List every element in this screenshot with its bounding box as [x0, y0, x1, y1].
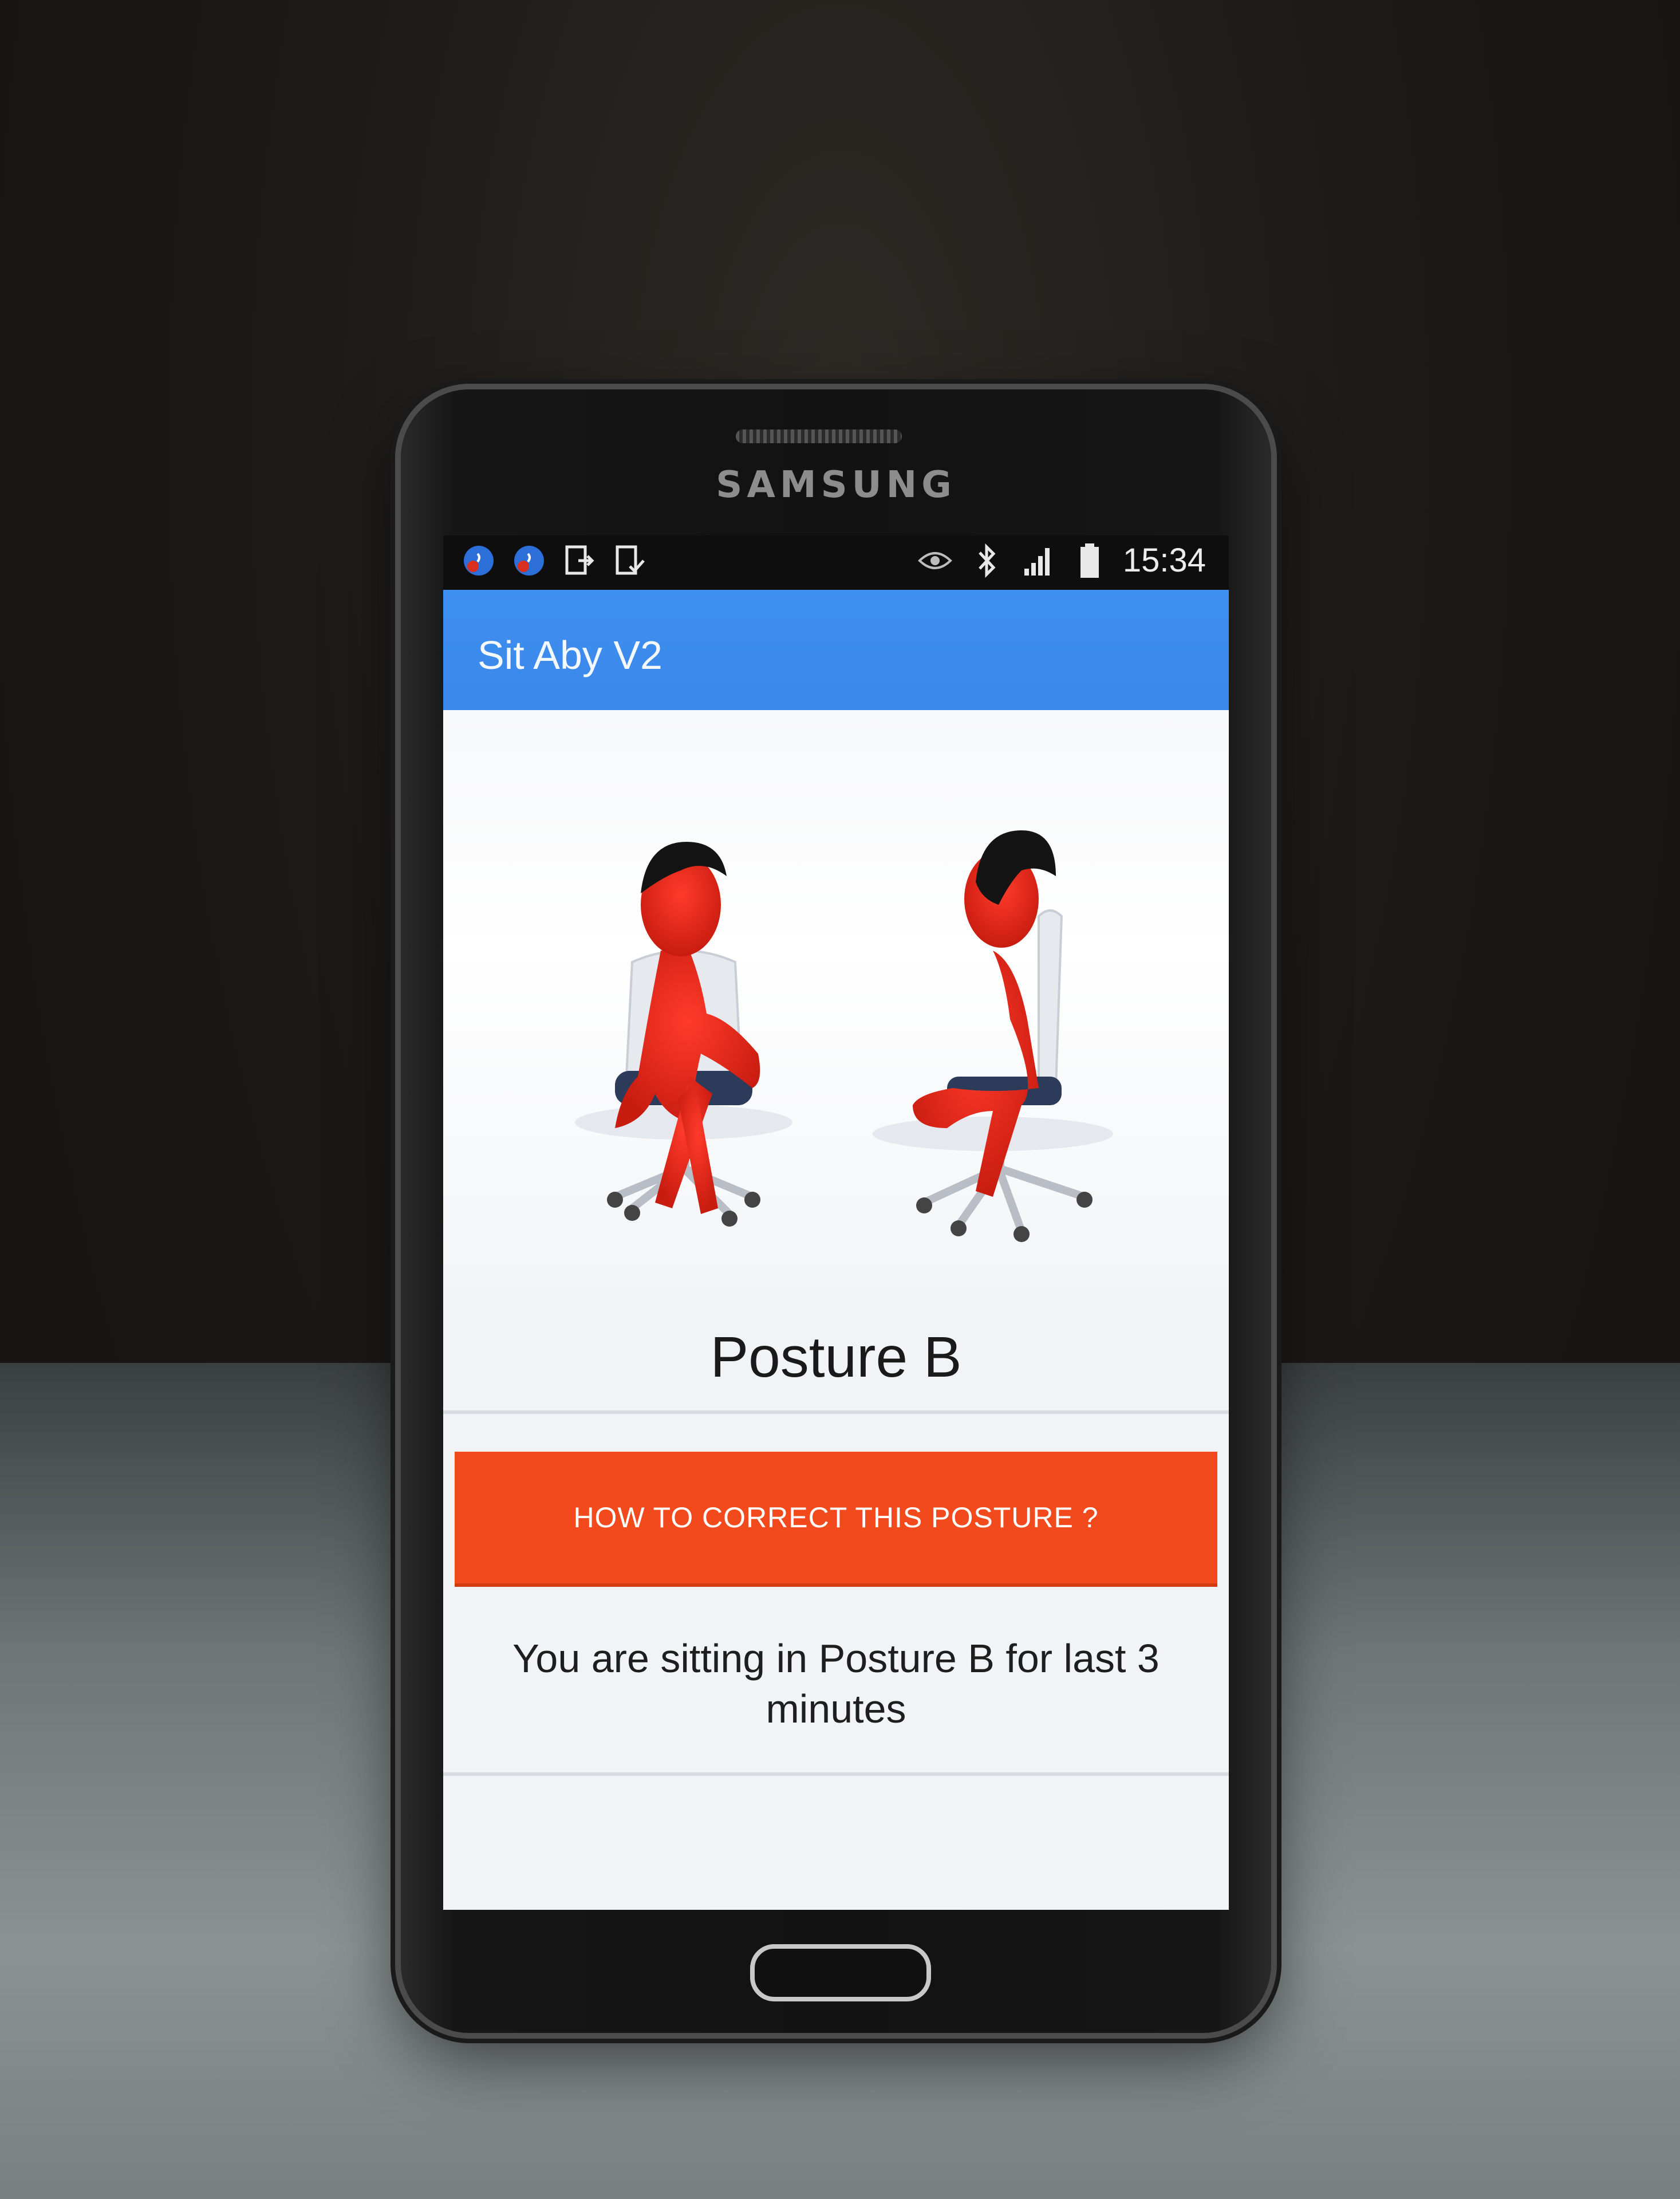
brand-logo: SAMSUNG — [716, 464, 956, 506]
eye-icon — [917, 542, 953, 579]
correct-posture-button[interactable]: HOW TO CORRECT THIS POSTURE ? — [455, 1452, 1217, 1583]
app-notification-icon — [511, 542, 547, 579]
phone-device: SAMSUNG 15:34 Sit Aby V2 Posture B HOW T… — [401, 389, 1271, 2033]
app-notification-icon — [460, 542, 497, 579]
speaker-grille — [736, 429, 902, 443]
home-button[interactable] — [750, 1944, 931, 2001]
posture-figures — [575, 830, 1113, 1242]
battery-icon — [1071, 542, 1108, 579]
divider — [443, 1772, 1229, 1776]
app-bar: Sit Aby V2 — [443, 590, 1229, 710]
side-view-figure — [873, 830, 1113, 1242]
front-view-figure — [575, 842, 792, 1227]
signal-icon — [1020, 542, 1056, 579]
posture-illustration — [443, 710, 1229, 1309]
app-title: Sit Aby V2 — [478, 633, 662, 677]
status-bar: 15:34 — [443, 535, 1229, 590]
phone-screen: 15:34 Sit Aby V2 Posture B HOW TO CORREC… — [443, 535, 1229, 1910]
bluetooth-icon — [968, 542, 1005, 579]
system-icons: 15:34 — [917, 541, 1206, 580]
posture-title: Posture B — [443, 1309, 1229, 1406]
file-export-icon — [561, 542, 598, 579]
posture-duration-message: You are sitting in Posture B for last 3 … — [512, 1636, 1160, 1731]
status-time: 15:34 — [1122, 542, 1206, 579]
divider — [443, 1410, 1229, 1414]
notification-icons — [460, 542, 648, 579]
file-check-icon — [612, 542, 648, 579]
